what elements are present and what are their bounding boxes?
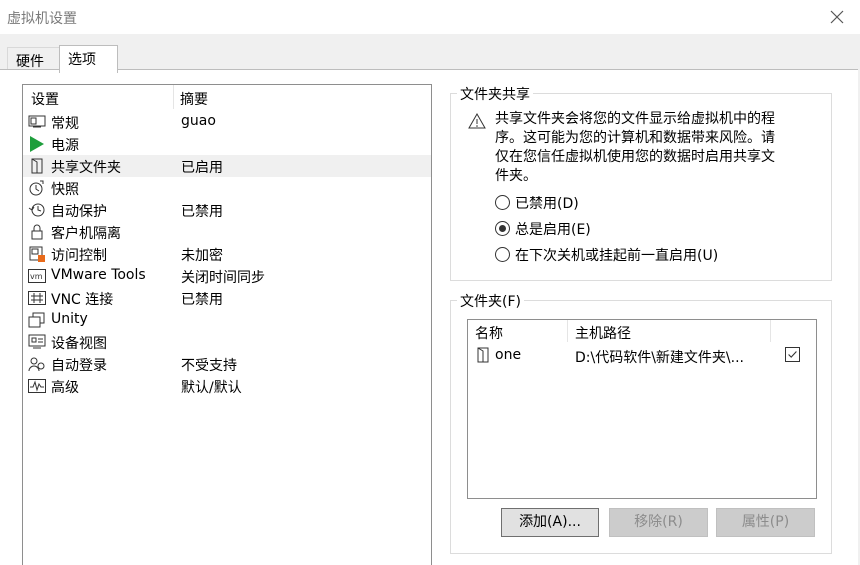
- lock-icon: [31, 224, 43, 240]
- settings-item-name: 设备视图: [51, 336, 107, 352]
- header-name[interactable]: 名称: [475, 323, 503, 343]
- unity-icon: [28, 312, 45, 328]
- vmware-tools-icon: vm: [28, 269, 46, 283]
- settings-item-vmware-tools[interactable]: vm VMware Tools 关闭时间同步: [23, 265, 431, 287]
- settings-item-name: 共享文件夹: [51, 160, 121, 176]
- power-play-icon: [30, 136, 44, 152]
- settings-item-access-control[interactable]: 访问控制 未加密: [23, 243, 431, 265]
- folder-sharing-title: 文件夹共享: [457, 84, 533, 104]
- settings-item-snapshot[interactable]: 快照: [23, 177, 431, 199]
- table-row[interactable]: one D:\代码软件\新建文件夹\...: [468, 344, 816, 366]
- general-icon: [28, 115, 46, 128]
- settings-list[interactable]: 设置 摘要 常规 guao 电源 共享文件夹 已启用 快照 自动保护 已禁用 客…: [22, 84, 432, 565]
- settings-item-name: 访问控制: [51, 248, 107, 264]
- advanced-icon: [28, 379, 46, 393]
- settings-item-name: 自动保护: [51, 204, 107, 220]
- folders-table[interactable]: 名称 主机路径 one D:\代码软件\新建文件夹\...: [467, 319, 817, 499]
- settings-item-shared-folders[interactable]: 共享文件夹 已启用: [23, 155, 431, 177]
- settings-item-advanced[interactable]: 高级 默认/默认: [23, 375, 431, 397]
- settings-item-name: 常规: [51, 116, 79, 132]
- device-view-icon: [28, 334, 46, 349]
- folder-sharing-group: 文件夹共享 共享文件夹会将您的文件显示给虚拟机中的程序。这可能为您的计算机和数据…: [450, 84, 832, 281]
- close-icon[interactable]: [828, 8, 846, 26]
- snapshot-icon: [29, 180, 44, 196]
- window-title: 虚拟机设置: [7, 11, 77, 27]
- folder-host-path: D:\代码软件\新建文件夹\...: [575, 350, 744, 366]
- sharing-warning-text: 共享文件夹会将您的文件显示给虚拟机中的程序。这可能为您的计算机和数据带来风险。请…: [495, 111, 775, 184]
- folders-title: 文件夹(F): [457, 291, 524, 311]
- settings-item-summary: 默认/默认: [181, 380, 242, 396]
- settings-item-summary: 不受支持: [181, 358, 237, 374]
- tab-options[interactable]: 选项: [59, 45, 118, 73]
- settings-item-autoprotect[interactable]: 自动保护 已禁用: [23, 199, 431, 221]
- autoprotect-icon: [28, 203, 45, 217]
- settings-item-name: 自动登录: [51, 358, 107, 374]
- settings-item-summary: 已禁用: [181, 292, 223, 308]
- tab-divider: [0, 69, 860, 70]
- radio-circle[interactable]: [495, 221, 510, 236]
- add-button[interactable]: 添加(A)...: [501, 508, 599, 537]
- radio-label[interactable]: 已禁用(D): [515, 193, 579, 213]
- settings-item-unity[interactable]: Unity: [23, 309, 431, 331]
- settings-item-name: 电源: [51, 138, 79, 154]
- radio-circle[interactable]: [495, 247, 510, 262]
- settings-item-general[interactable]: 常规 guao: [23, 111, 431, 133]
- settings-item-summary: 已启用: [181, 160, 223, 176]
- shared-folder-icon: [477, 347, 489, 363]
- radio-label[interactable]: 总是启用(E): [515, 219, 591, 239]
- header-host-path[interactable]: 主机路径: [575, 323, 631, 343]
- radio-circle[interactable]: [495, 195, 510, 210]
- vnc-icon: [28, 291, 46, 305]
- remove-button[interactable]: 移除(R): [609, 508, 708, 537]
- settings-item-name: VMware Tools: [51, 267, 146, 283]
- settings-item-name: 高级: [51, 380, 79, 396]
- settings-item-autologin[interactable]: 自动登录 不受支持: [23, 353, 431, 375]
- tab-hardware[interactable]: 硬件: [7, 47, 59, 70]
- autologin-icon: [28, 357, 45, 372]
- settings-item-summary: guao: [181, 113, 216, 129]
- header-separator[interactable]: [173, 85, 174, 109]
- access-control-icon: [29, 246, 45, 262]
- warning-icon: [468, 113, 486, 129]
- folders-group: 文件夹(F) 名称 主机路径 one D:\代码软件\新建文件夹\... 添加(…: [450, 291, 832, 554]
- tab-strip: 硬件 选项: [0, 34, 860, 73]
- settings-list-header: 设置 摘要: [23, 85, 431, 109]
- settings-item-device-view[interactable]: 设备视图: [23, 331, 431, 353]
- shared-folder-icon: [31, 158, 43, 174]
- header-summary[interactable]: 摘要: [180, 89, 208, 109]
- settings-item-isolation[interactable]: 客户机隔离: [23, 221, 431, 243]
- settings-item-name: 客户机隔离: [51, 226, 121, 242]
- radio-selected-dot: [499, 225, 506, 232]
- folder-name: one: [495, 347, 522, 363]
- settings-item-summary: 已禁用: [181, 204, 223, 220]
- svg-text:vm: vm: [30, 272, 43, 281]
- settings-item-name: Unity: [51, 311, 88, 327]
- settings-item-power[interactable]: 电源: [23, 133, 431, 155]
- folder-enabled-checkbox[interactable]: [785, 347, 800, 362]
- settings-item-summary: 未加密: [181, 248, 223, 264]
- settings-item-name: VNC 连接: [51, 292, 114, 308]
- properties-button[interactable]: 属性(P): [716, 508, 815, 537]
- radio-label[interactable]: 在下次关机或挂起前一直启用(U): [515, 245, 718, 265]
- header-separator[interactable]: [770, 320, 771, 342]
- settings-item-vnc[interactable]: VNC 连接 已禁用: [23, 287, 431, 309]
- settings-item-summary: 关闭时间同步: [181, 270, 265, 286]
- header-separator[interactable]: [567, 320, 568, 342]
- header-setting[interactable]: 设置: [31, 89, 59, 109]
- title-bar: 虚拟机设置: [0, 0, 860, 34]
- settings-item-name: 快照: [51, 182, 79, 198]
